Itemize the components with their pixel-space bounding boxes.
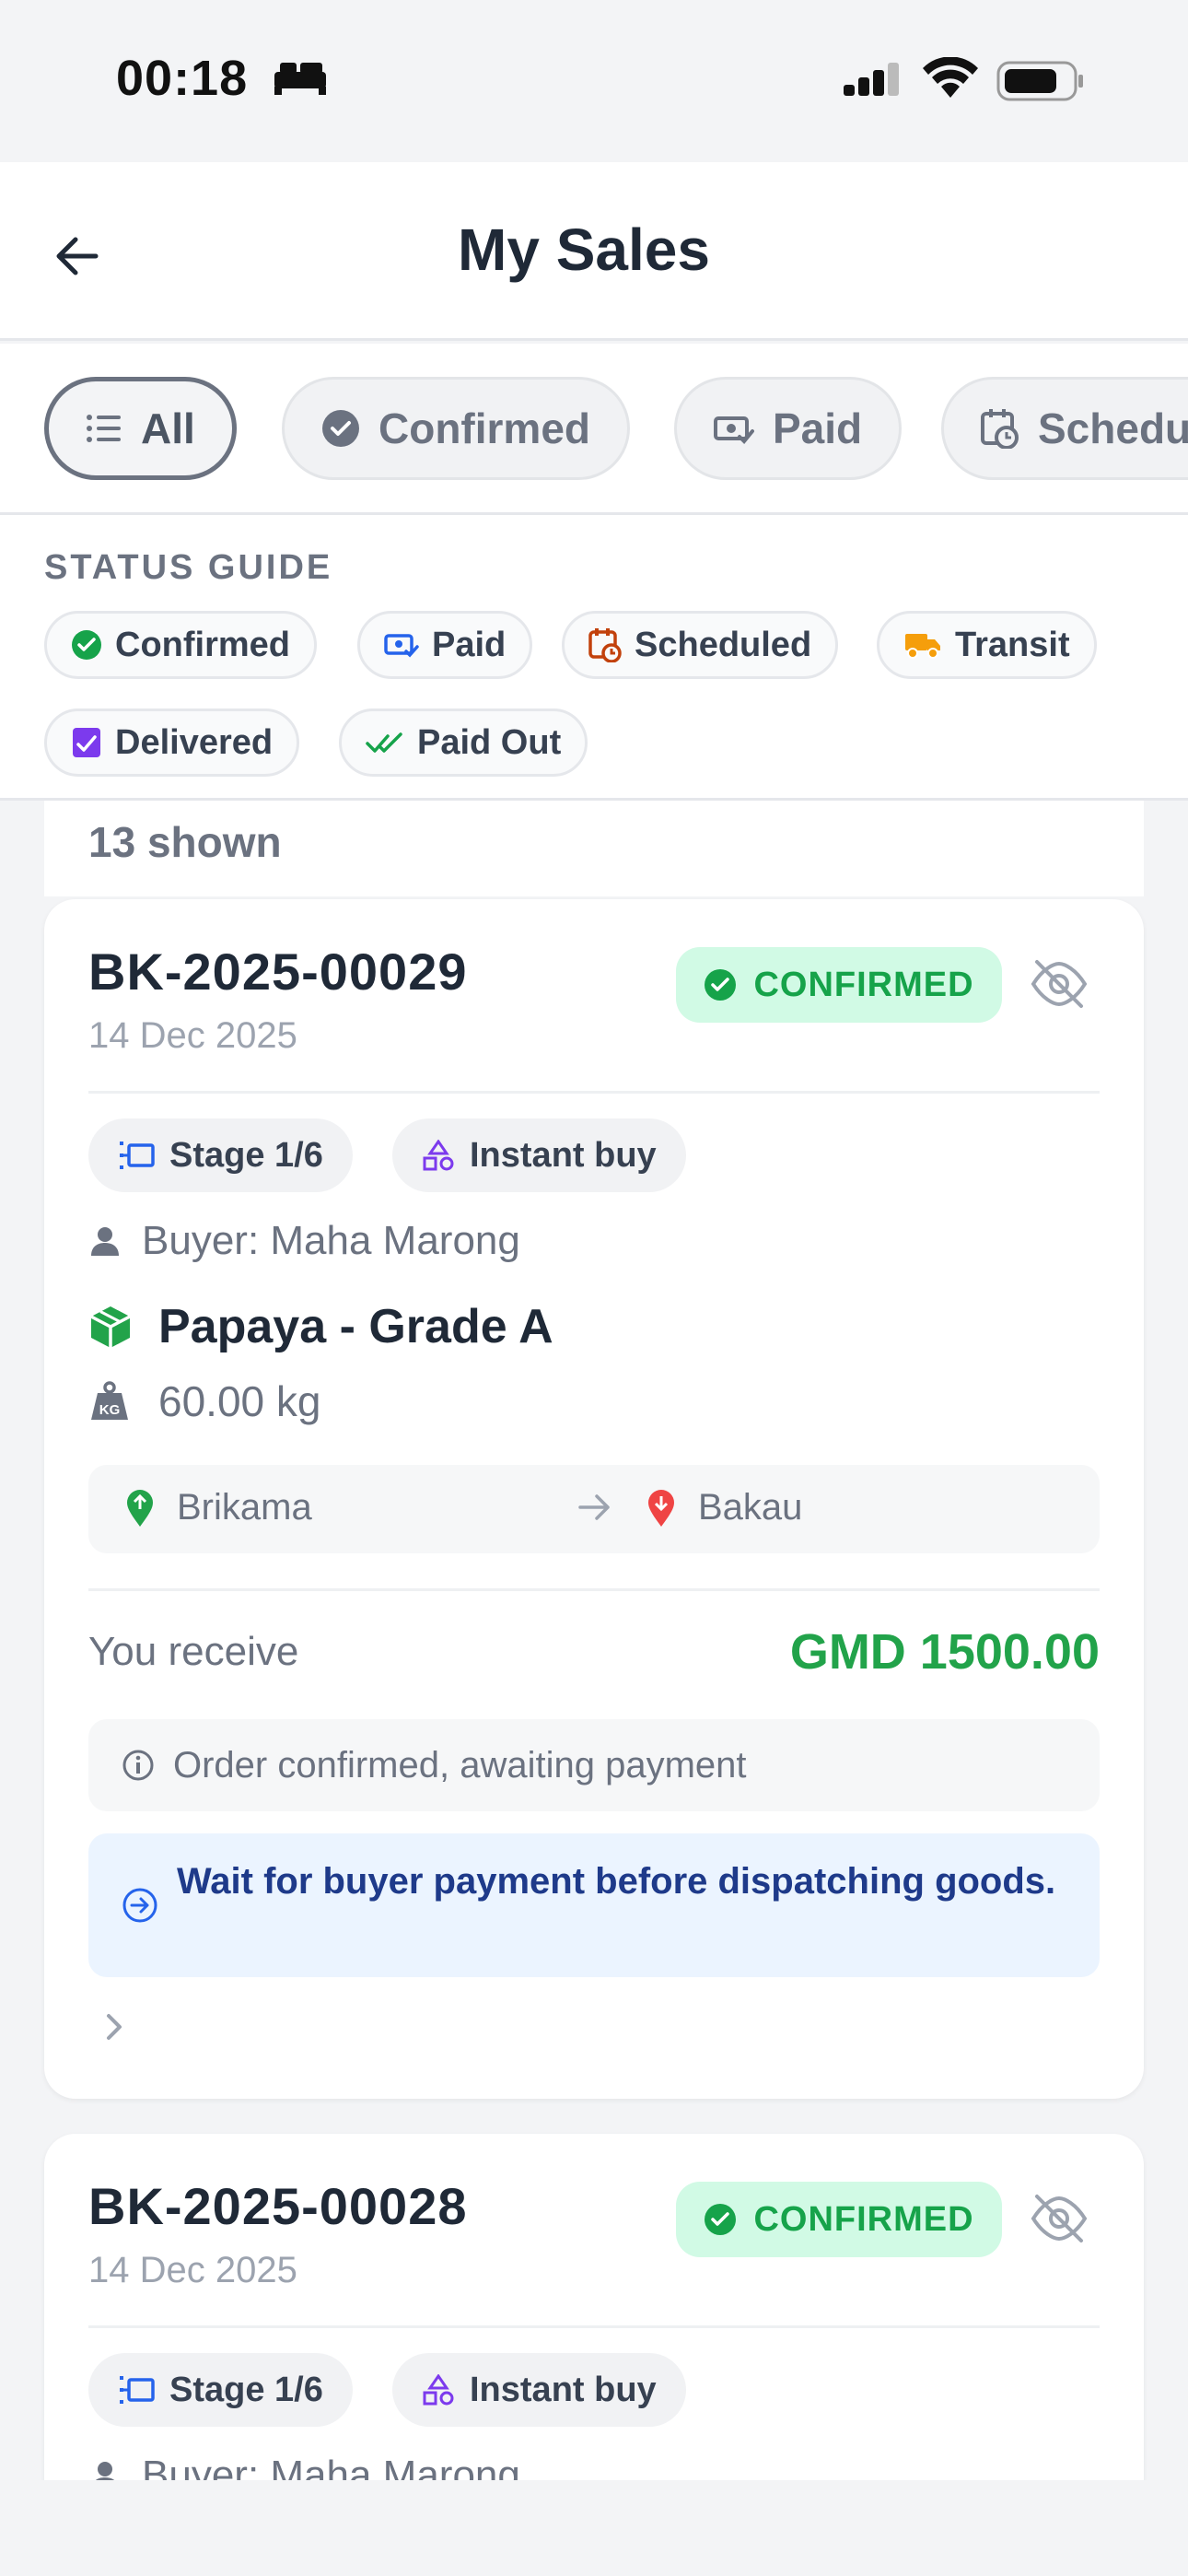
status-badge: CONFIRMED [676,947,1002,1023]
guide-scheduled: Scheduled [562,611,839,679]
guide-label: Scheduled [635,625,812,664]
guide-confirmed: Confirmed [44,611,317,679]
guide-label: Paid [432,625,507,664]
action-hint: Wait for buyer payment before dispatchin… [88,1833,1100,1977]
filter-bar: All Confirmed Paid Scheduled [0,344,1188,515]
person-icon [91,1227,119,1256]
guide-delivered: Delivered [44,708,300,777]
pickup-pin-icon [127,1489,153,1527]
divider [88,1588,1100,1591]
status-note: Order confirmed, awaiting payment [88,1719,1100,1811]
buyer-row: Buyer: Maha Marong [88,1218,520,1264]
check-circle-icon [705,969,737,1001]
shapes-icon [423,2374,454,2406]
filter-label: All [141,404,195,452]
results-count-bar: 13 shown [44,801,1144,896]
calendar-clock-icon [981,409,1019,449]
money-icon [384,634,419,658]
shapes-icon [423,1140,454,1171]
filter-label: Confirmed [379,404,590,452]
status-guide: STATUS GUIDE Confirmed Paid Scheduled Tr… [0,515,1188,801]
bottom-safe-area [0,2480,1188,2576]
buyer-name: Buyer: Maha Marong [142,1218,520,1263]
sleep-focus-icon [274,63,326,95]
eye-off-icon[interactable] [1030,958,1089,1010]
info-icon [122,1750,154,1781]
guide-paid: Paid [357,611,533,679]
list-icon [87,415,121,442]
guide-label: Transit [955,625,1070,664]
weight-value: 60.00 kg [158,1377,321,1425]
filter-paid[interactable]: Paid [674,377,903,480]
action-hint-text: Wait for buyer payment before dispatchin… [177,1861,1056,1902]
filter-label: Scheduled [1038,404,1188,452]
filter-label: Paid [773,404,863,452]
money-icon [714,416,754,444]
weight-row: KG 60.00 kg [88,1376,320,1426]
type-tag: Instant buy [392,2353,686,2427]
type-label: Instant buy [470,2370,657,2409]
double-check-icon [366,732,402,753]
results-count: 13 shown [88,818,282,866]
divider [88,1091,1100,1094]
route-origin: Brikama [125,1487,312,1528]
dropoff-pin-icon [648,1489,674,1527]
svg-text:KG: KG [99,1402,121,1418]
filter-all[interactable]: All [44,377,237,480]
check-circle-icon [72,630,101,660]
weight-icon: KG [91,1381,128,1420]
truck-icon [905,634,940,659]
eye-off-icon[interactable] [1030,2193,1089,2244]
origin-label: Brikama [177,1487,312,1528]
cellular-signal-icon [844,63,899,96]
check-circle-icon [705,2204,737,2235]
status-badge-label: CONFIRMED [753,2199,974,2239]
status-note-text: Order confirmed, awaiting payment [173,1744,747,1786]
booking-date: 14 Dec 2025 [88,2250,297,2290]
arrow-circle-right-icon [122,1888,157,1923]
package-icon [90,1306,131,1348]
divider [88,2325,1100,2328]
wifi-icon [923,57,978,98]
type-tag: Instant buy [392,1118,686,1192]
status-bar: 00:18 [0,0,1188,162]
guide-label: Confirmed [115,625,290,664]
battery-icon [996,61,1083,101]
type-label: Instant buy [470,1135,657,1175]
check-circle-icon [322,410,359,447]
booking-id: BK-2025-00028 [88,2177,468,2235]
page-title: My Sales [458,217,710,283]
clock: 00:18 [116,51,249,106]
product-name: Papaya - Grade A [158,1300,553,1353]
sale-card[interactable]: BK-2025-00029 14 Dec 2025 CONFIRMED Stag… [44,899,1144,2099]
guide-label: Delivered [115,722,274,762]
filter-scheduled[interactable]: Scheduled [941,377,1188,480]
stage-label: Stage 1/6 [169,1135,323,1175]
route-destination: Bakau [646,1487,802,1528]
booking-id: BK-2025-00029 [88,943,468,1001]
stage-tag: Stage 1/6 [88,1118,353,1192]
stage-tag: Stage 1/6 [88,2353,353,2427]
receive-label: You receive [88,1629,299,1674]
delivered-icon [73,728,100,757]
app-header: My Sales [0,162,1188,341]
stage-label: Stage 1/6 [169,2370,323,2409]
chevron-right-icon[interactable] [101,2010,127,2043]
status-badge-label: CONFIRMED [753,965,974,1004]
route: Brikama Bakau [88,1465,1100,1553]
status-badge: CONFIRMED [676,2182,1002,2257]
guide-transit: Transit [877,611,1097,679]
guide-paid-out: Paid Out [339,708,588,777]
stage-icon [120,2376,155,2404]
guide-label: Paid Out [417,722,562,762]
receive-amount: GMD 1500.00 [789,1624,1100,1680]
destination-label: Bakau [698,1487,803,1528]
calendar-clock-icon [588,628,622,662]
booking-date: 14 Dec 2025 [88,1015,297,1056]
status-guide-title: STATUS GUIDE [44,548,333,587]
stage-icon [120,1142,155,1169]
arrow-right-icon [578,1494,610,1520]
product-row: Papaya - Grade A [88,1299,553,1354]
filter-confirmed[interactable]: Confirmed [282,377,630,480]
